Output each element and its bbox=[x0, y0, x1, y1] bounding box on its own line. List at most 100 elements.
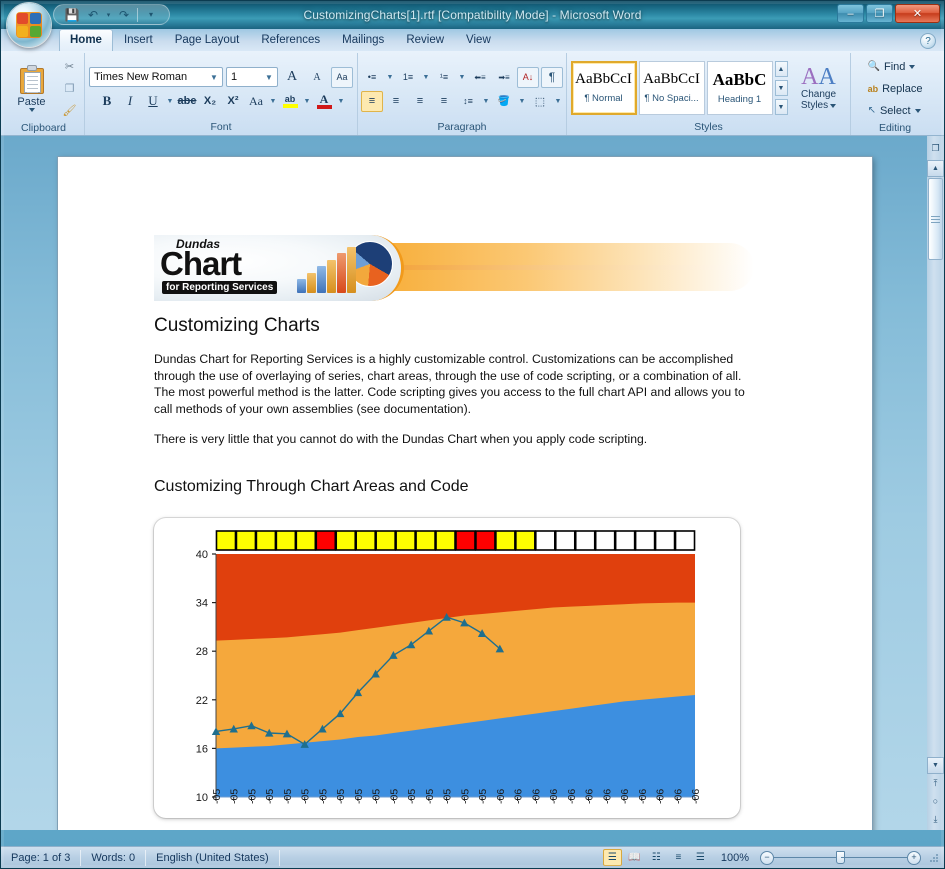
shrink-font-icon[interactable]: A bbox=[306, 67, 328, 88]
numbering-icon[interactable]: 1≡ bbox=[397, 67, 419, 88]
office-button[interactable] bbox=[7, 3, 51, 47]
view-full-screen-reading-button[interactable]: 📖 bbox=[625, 849, 644, 866]
font-color-icon[interactable]: A bbox=[313, 91, 335, 112]
view-draft-button[interactable]: ☰ bbox=[691, 849, 710, 866]
tab-mailings[interactable]: Mailings bbox=[331, 30, 395, 51]
scroll-up-button[interactable]: ▲ bbox=[927, 160, 944, 177]
resize-grip-icon[interactable] bbox=[928, 852, 940, 864]
styles-scroll-up-icon[interactable]: ▲ bbox=[774, 61, 788, 77]
numbering-dropdown-icon[interactable]: ▼ bbox=[421, 67, 431, 88]
word-count[interactable]: Words: 0 bbox=[81, 849, 147, 866]
align-left-icon[interactable]: ≡ bbox=[361, 90, 383, 112]
increase-indent-icon[interactable]: ➡≡ bbox=[493, 67, 515, 88]
styles-gallery-scroll[interactable]: ▲ ▼ ▼ bbox=[774, 61, 788, 115]
zoom-level[interactable]: 100% bbox=[721, 852, 749, 864]
justify-icon[interactable]: ≡ bbox=[433, 91, 455, 112]
paste-dropdown-icon[interactable] bbox=[28, 108, 35, 112]
paste-button[interactable]: Paste bbox=[7, 65, 57, 112]
zoom-track-left[interactable] bbox=[774, 857, 840, 858]
view-print-layout-button[interactable]: ☰ bbox=[602, 849, 622, 866]
subscript-icon[interactable]: X₂ bbox=[199, 91, 221, 112]
align-center-icon[interactable]: ≡ bbox=[385, 91, 407, 112]
tab-insert[interactable]: Insert bbox=[113, 30, 164, 51]
decrease-indent-icon[interactable]: ⬅≡ bbox=[469, 67, 491, 88]
cut-icon[interactable]: ✂ bbox=[59, 56, 81, 77]
change-styles-button[interactable]: AA Change Styles bbox=[791, 65, 847, 111]
undo-dropdown-icon[interactable]: ▾ bbox=[104, 6, 113, 24]
save-icon[interactable]: 💾 bbox=[62, 6, 82, 24]
styles-scroll-down-icon[interactable]: ▼ bbox=[774, 80, 788, 96]
help-icon[interactable]: ? bbox=[920, 33, 936, 49]
multilevel-dropdown-icon[interactable]: ▼ bbox=[457, 67, 467, 88]
zoom-out-button[interactable]: − bbox=[760, 850, 774, 865]
select-browse-object-icon[interactable]: ○ bbox=[928, 792, 943, 810]
minimize-button[interactable]: – bbox=[837, 4, 864, 23]
tab-review[interactable]: Review bbox=[395, 30, 455, 51]
page-indicator[interactable]: Page: 1 of 3 bbox=[1, 849, 82, 866]
styles-more-icon[interactable]: ▼ bbox=[774, 99, 788, 115]
grow-font-icon[interactable]: A bbox=[281, 67, 303, 88]
borders-dropdown-icon[interactable]: ▼ bbox=[553, 91, 563, 112]
style-heading-1[interactable]: AaBbC Heading 1 bbox=[706, 61, 773, 115]
view-outline-button[interactable]: ≡ bbox=[669, 849, 688, 866]
chevron-down-icon[interactable]: ▼ bbox=[208, 73, 220, 82]
view-web-layout-button[interactable]: ☷ bbox=[647, 849, 666, 866]
line-spacing-dropdown-icon[interactable]: ▼ bbox=[481, 91, 491, 112]
close-button[interactable]: ✕ bbox=[895, 4, 940, 23]
change-case-dropdown-icon[interactable]: ▼ bbox=[268, 91, 278, 112]
language-indicator[interactable]: English (United States) bbox=[146, 849, 280, 866]
chart-container[interactable]: 10 16 22 28 34 40 -05 -05 -05 -05 -05 -05 -05 -05 -05-… bbox=[154, 517, 740, 818]
highlight-dropdown-icon[interactable]: ▼ bbox=[302, 91, 312, 112]
bullets-dropdown-icon[interactable]: ▼ bbox=[385, 67, 395, 88]
copy-icon[interactable]: ❐ bbox=[59, 78, 81, 99]
customize-qat-icon[interactable]: ▾ bbox=[141, 6, 161, 24]
next-page-icon[interactable]: ⤓ bbox=[928, 810, 943, 828]
chevron-down-icon[interactable]: ▼ bbox=[263, 73, 275, 82]
font-color-dropdown-icon[interactable]: ▼ bbox=[336, 91, 346, 112]
shading-dropdown-icon[interactable]: ▼ bbox=[517, 91, 527, 112]
clear-formatting-icon[interactable]: Aa bbox=[331, 66, 353, 88]
change-styles-dropdown-icon[interactable] bbox=[830, 103, 837, 108]
select-browse-object-top-icon[interactable]: ❐ bbox=[928, 141, 943, 156]
zoom-track-right[interactable] bbox=[841, 857, 907, 858]
zoom-in-button[interactable]: + bbox=[907, 850, 921, 865]
select-dropdown-icon[interactable] bbox=[914, 108, 921, 113]
borders-icon[interactable]: ⬚ bbox=[529, 91, 551, 112]
scrollbar-thumb[interactable] bbox=[928, 178, 943, 260]
tab-home[interactable]: Home bbox=[59, 29, 113, 51]
find-button[interactable]: 🔍 Find bbox=[864, 56, 920, 77]
superscript-icon[interactable]: X² bbox=[222, 91, 244, 112]
bold-icon[interactable]: B bbox=[96, 91, 118, 112]
shading-icon[interactable]: 🪣 bbox=[493, 91, 515, 112]
redo-icon[interactable]: ↷ bbox=[114, 6, 134, 24]
maximize-button[interactable]: ❐ bbox=[866, 4, 893, 23]
sort-icon[interactable]: A↓ bbox=[517, 66, 539, 88]
change-case-icon[interactable]: Aa bbox=[245, 91, 267, 112]
align-right-icon[interactable]: ≡ bbox=[409, 91, 431, 112]
bullets-icon[interactable]: •≡ bbox=[361, 67, 383, 88]
style-no-spacing[interactable]: AaBbCcI ¶ No Spaci... bbox=[638, 61, 705, 115]
text-highlight-icon[interactable]: ab bbox=[279, 91, 301, 112]
replace-button[interactable]: ab Replace bbox=[864, 78, 927, 99]
scroll-down-button[interactable]: ▼ bbox=[927, 757, 944, 774]
underline-dropdown-icon[interactable]: ▼ bbox=[165, 91, 175, 112]
vertical-scrollbar[interactable]: ❐ ▲ ▼ ⤒ ○ ⤓ bbox=[927, 136, 944, 830]
zoom-slider[interactable]: − + bbox=[760, 850, 921, 865]
tab-view[interactable]: View bbox=[455, 30, 502, 51]
format-painter-icon[interactable]: 🖌 bbox=[59, 100, 81, 121]
line-spacing-icon[interactable]: ↕≡ bbox=[457, 91, 479, 112]
font-size-combo[interactable]: 1 ▼ bbox=[226, 67, 278, 87]
tab-page-layout[interactable]: Page Layout bbox=[164, 30, 251, 51]
font-name-combo[interactable]: Times New Roman ▼ bbox=[89, 67, 223, 87]
strikethrough-icon[interactable]: abe bbox=[176, 91, 198, 112]
show-formatting-marks-icon[interactable]: ¶ bbox=[541, 66, 563, 88]
document-page[interactable]: Dundas Chart for Reporting Services Cust… bbox=[58, 157, 872, 830]
underline-icon[interactable]: U bbox=[142, 91, 164, 112]
previous-page-icon[interactable]: ⤒ bbox=[928, 774, 943, 792]
style-normal[interactable]: AaBbCcI ¶ Normal bbox=[570, 61, 637, 115]
undo-icon[interactable]: ↶ bbox=[83, 6, 103, 24]
find-dropdown-icon[interactable] bbox=[909, 64, 916, 69]
tab-references[interactable]: References bbox=[250, 30, 331, 51]
select-button[interactable]: ↖ Select bbox=[864, 100, 925, 121]
multilevel-list-icon[interactable]: ¹≡ bbox=[433, 67, 455, 88]
